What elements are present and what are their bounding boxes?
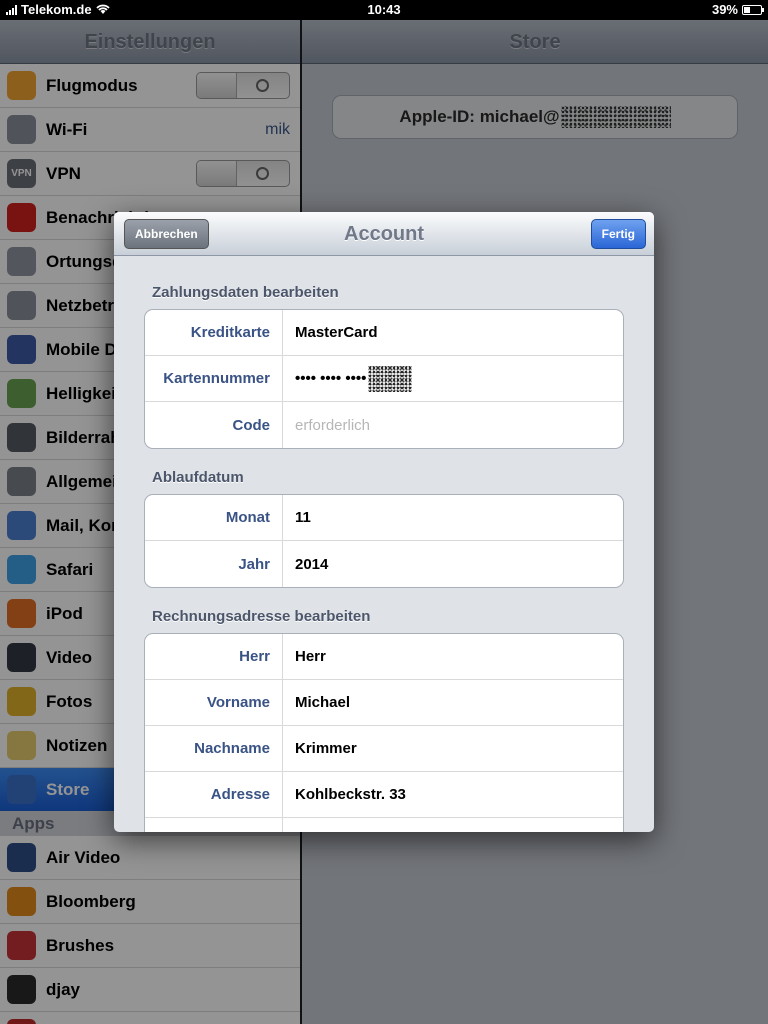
field-label: Code xyxy=(145,402,283,448)
field-label: Jahr xyxy=(145,541,283,587)
field-row-herr[interactable]: Herr Herr xyxy=(145,634,623,680)
billing-group: Herr Herr Vorname Michael Nachname Krimmer Adr… xyxy=(144,633,624,832)
field-label: Adresse xyxy=(145,818,283,832)
field-placeholder[interactable]: erforderlich xyxy=(283,417,370,434)
status-time: 10:43 xyxy=(367,2,401,17)
battery-icon xyxy=(742,4,764,15)
status-bar: Telekom.de 10:43 39% xyxy=(0,0,768,20)
field-row-jahr[interactable]: Jahr 2014 xyxy=(145,541,623,587)
field-value[interactable]: 2014 xyxy=(283,556,328,573)
account-modal: Abbrechen Account Fertig Zahlungsdaten b… xyxy=(114,212,654,832)
battery-indicator: 39% xyxy=(711,2,764,17)
field-value[interactable]: Michael xyxy=(283,694,350,711)
field-row-adresse[interactable]: Adresse Kohlbeckstr. 33 xyxy=(145,772,623,818)
field-label: Herr xyxy=(145,634,283,679)
field-row-kartennummer[interactable]: Kartennummer •••• •••• •••• xyxy=(145,356,623,402)
payment-section-title: Zahlungsdaten bearbeiten xyxy=(152,284,339,301)
field-row-kreditkarte[interactable]: Kreditkarte MasterCard xyxy=(145,310,623,356)
field-row-code[interactable]: Code erforderlich xyxy=(145,402,623,448)
field-label: Kreditkarte xyxy=(145,310,283,355)
battery-percent: 39% xyxy=(711,2,738,17)
payment-group: Kreditkarte MasterCard Kartennummer •••• ••… xyxy=(144,309,624,449)
field-value[interactable]: Herr xyxy=(283,648,326,665)
field-value[interactable]: Kohlbeckstr. 33 xyxy=(283,786,406,803)
field-value[interactable]: MasterCard xyxy=(283,324,378,341)
done-button[interactable]: Fertig xyxy=(590,219,646,249)
field-value[interactable]: 11 xyxy=(283,509,311,526)
redacted-digits xyxy=(368,365,413,392)
modal-toolbar: Abbrechen Account Fertig xyxy=(114,212,654,256)
field-label: Adresse xyxy=(145,772,283,817)
account-form: Zahlungsdaten bearbeiten Kreditkarte Mast… xyxy=(114,284,654,832)
expiry-group: Monat 11 Jahr 2014 xyxy=(144,494,624,588)
field-value[interactable]: Krimmer xyxy=(283,740,357,757)
field-row-adresse[interactable]: AdresseStraße xyxy=(145,818,623,832)
field-value[interactable]: •••• •••• •••• xyxy=(283,365,413,392)
field-label: Nachname xyxy=(145,726,283,771)
field-label: Vorname xyxy=(145,680,283,725)
billing-section-title: Rechnungsadresse bearbeiten xyxy=(152,608,371,625)
field-row-monat[interactable]: Monat 11 xyxy=(145,495,623,541)
field-label: Monat xyxy=(145,495,283,540)
expiry-section-title: Ablaufdatum xyxy=(152,469,244,486)
field-row-nachname[interactable]: Nachname Krimmer xyxy=(145,726,623,772)
modal-title: Account xyxy=(344,223,424,245)
field-label: Kartennummer xyxy=(145,356,283,401)
field-row-vorname[interactable]: Vorname Michael xyxy=(145,680,623,726)
